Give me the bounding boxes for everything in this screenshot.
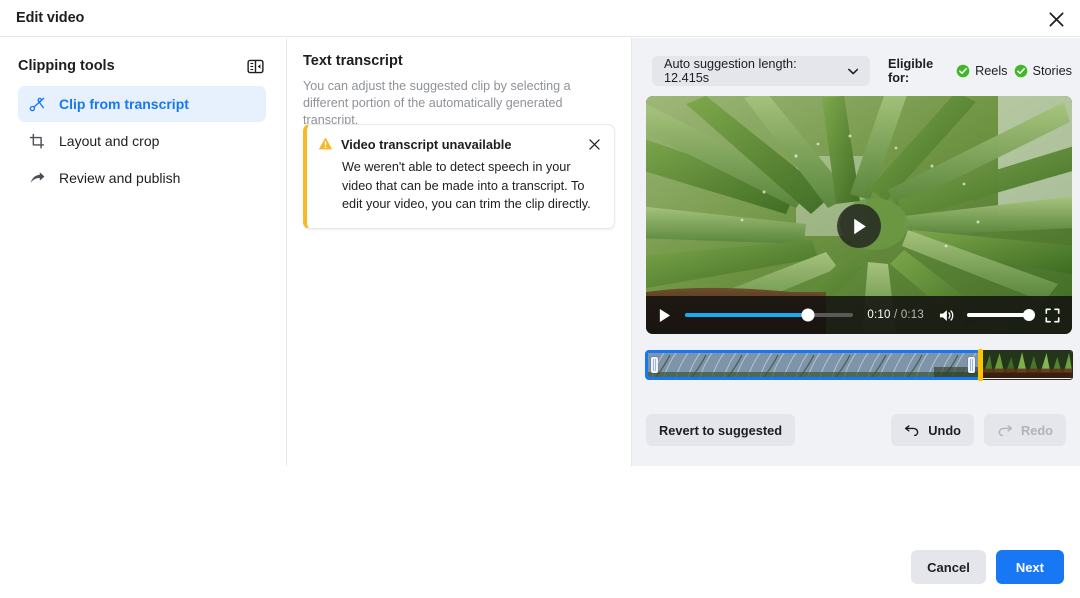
eligibility-item-label: Reels	[975, 64, 1008, 78]
share-arrow-icon	[28, 169, 46, 187]
total-time: 0:13	[900, 309, 924, 321]
sidebar-header: Clipping tools	[18, 53, 268, 79]
eligibility-stories: Stories	[1014, 64, 1073, 78]
footer-actions: Cancel Next	[911, 550, 1064, 584]
text-transcript-panel: Text transcript You can adjust the sugge…	[287, 38, 631, 466]
transcript-unavailable-alert: Video transcript unavailable We weren't …	[303, 124, 615, 229]
sidebar-item-label: Layout and crop	[59, 133, 160, 149]
check-circle-icon	[1014, 64, 1027, 78]
trim-handle-left[interactable]	[651, 357, 658, 373]
undo-label: Undo	[928, 422, 961, 438]
video-preview-panel: Auto suggestion length: 12.415s Eligible…	[632, 38, 1080, 466]
sidebar-title: Clipping tools	[18, 58, 115, 74]
timeline-thumbnails-selected	[648, 353, 978, 377]
sidebar-item-label: Review and publish	[59, 170, 181, 186]
close-icon	[1048, 11, 1064, 27]
transcript-title: Text transcript	[303, 53, 403, 69]
volume-button[interactable]	[938, 308, 955, 323]
dialog-header: Edit video	[0, 0, 1080, 37]
clipping-tools-sidebar: Clipping tools Clip from transcript Layo…	[0, 38, 286, 466]
volume-slider[interactable]	[967, 309, 1035, 321]
warning-triangle-icon	[318, 137, 333, 150]
panel-collapse-button[interactable]	[242, 53, 268, 79]
check-circle-icon	[956, 64, 970, 78]
crop-icon	[28, 132, 46, 150]
time-separator: /	[894, 309, 898, 321]
sidebar-item-review-and-publish[interactable]: Review and publish	[18, 160, 266, 196]
cancel-button[interactable]: Cancel	[911, 550, 986, 584]
video-player[interactable]: 0:10 / 0:13	[646, 96, 1072, 334]
dismiss-alert-button[interactable]	[586, 136, 602, 152]
clipping-tools-nav: Clip from transcript Layout and crop Rev…	[18, 86, 266, 197]
seek-slider[interactable]	[685, 308, 854, 322]
redo-button[interactable]: Redo	[984, 414, 1066, 446]
next-button[interactable]: Next	[995, 550, 1064, 584]
seek-knob[interactable]	[801, 308, 815, 322]
dialog-footer: Cancel Next	[0, 536, 1080, 598]
timeline-unselected-segment[interactable]	[981, 350, 1073, 380]
eligibility-badges: Eligible for: Reels Stories	[888, 57, 1072, 85]
redo-label: Redo	[1021, 422, 1053, 438]
player-controls: 0:10 / 0:13	[646, 296, 1072, 334]
alert-title: Video transcript unavailable	[341, 137, 512, 152]
play-icon	[853, 218, 866, 234]
redo-icon	[998, 425, 1012, 437]
sidebar-item-label: Clip from transcript	[59, 96, 189, 112]
sidebar-item-clip-from-transcript[interactable]: Clip from transcript	[18, 86, 266, 122]
clip-action-bar: Revert to suggested Undo Redo	[646, 414, 1066, 446]
clip-timeline[interactable]	[645, 349, 1073, 381]
close-icon	[588, 138, 600, 150]
transcript-subtitle: You can adjust the suggested clip by sel…	[303, 79, 571, 127]
play-button[interactable]	[658, 308, 671, 323]
volume-on-icon	[939, 309, 954, 321]
undo-icon	[905, 425, 919, 437]
auto-suggestion-length-dropdown[interactable]: Auto suggestion length: 12.415s	[652, 56, 871, 86]
seek-progress-fill	[685, 313, 808, 317]
fullscreen-button[interactable]	[1045, 308, 1060, 323]
play-overlay-button[interactable]	[837, 204, 881, 248]
panel-collapse-icon	[246, 59, 264, 73]
alert-body: We weren't able to detect speech in your…	[342, 160, 591, 211]
fullscreen-icon	[1045, 308, 1060, 322]
revert-to-suggested-button[interactable]: Revert to suggested	[646, 414, 796, 446]
current-time: 0:10	[867, 309, 891, 321]
chevron-down-icon	[847, 68, 858, 74]
page-title: Edit video	[16, 10, 85, 26]
play-icon	[659, 308, 671, 322]
preview-toolbar: Auto suggestion length: 12.415s Eligible…	[652, 56, 1072, 86]
timeline-selected-clip[interactable]	[645, 350, 981, 380]
eligibility-label: Eligible for:	[888, 57, 934, 85]
time-display: 0:10 / 0:13	[867, 309, 924, 321]
sidebar-item-layout-and-crop[interactable]: Layout and crop	[18, 123, 266, 159]
timeline-thumbnails-trailing	[982, 351, 1072, 379]
undo-button[interactable]: Undo	[891, 414, 974, 446]
volume-knob[interactable]	[1023, 309, 1035, 321]
eligibility-reels: Reels	[956, 64, 1008, 78]
trim-handle-right[interactable]	[968, 357, 975, 373]
timeline-playhead[interactable]	[978, 349, 983, 381]
close-dialog-button[interactable]	[1042, 5, 1070, 33]
dropdown-label: Auto suggestion length: 12.415s	[664, 57, 797, 85]
volume-fill	[967, 313, 1029, 317]
alert-header: Video transcript unavailable	[318, 136, 602, 152]
eligibility-item-label: Stories	[1032, 64, 1073, 78]
scissors-icon	[28, 95, 46, 113]
